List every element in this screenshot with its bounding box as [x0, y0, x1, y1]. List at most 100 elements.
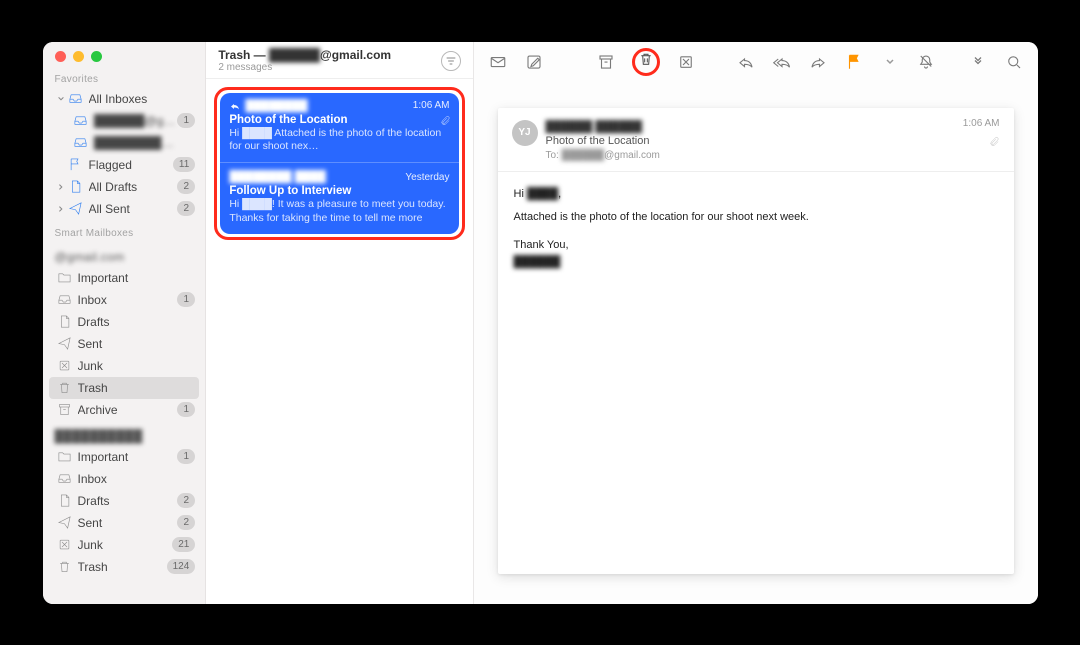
sidebar-item-trash[interactable]: Trash: [49, 377, 200, 399]
avatar: YJ: [512, 120, 538, 146]
reply-all-button[interactable]: [772, 52, 792, 72]
window-controls: [43, 42, 206, 66]
sidebar-item-drafts[interactable]: Drafts2: [43, 490, 206, 512]
sidebar-item-drafts[interactable]: Drafts: [43, 311, 206, 333]
document-icon: [68, 179, 83, 194]
attachment-icon: [440, 115, 451, 129]
send-icon: [57, 336, 72, 351]
sidebar-item-junk[interactable]: Junk: [43, 355, 206, 377]
smart-mailboxes-label: Smart Mailboxes: [43, 220, 206, 242]
junk-button[interactable]: [676, 52, 696, 72]
count-badge: 1: [177, 113, 195, 128]
email-subject: Photo of the Location: [546, 134, 660, 149]
sidebar-item-all-sent[interactable]: All Sent 2: [43, 198, 206, 220]
sidebar-item-sent[interactable]: Sent: [43, 333, 206, 355]
filter-button[interactable]: [441, 51, 461, 71]
email-timestamp: 1:06 AM: [963, 118, 1000, 129]
sidebar-item-sent[interactable]: Sent2: [43, 512, 206, 534]
trash-icon: [57, 380, 72, 395]
sidebar-item-important[interactable]: Important1: [43, 446, 206, 468]
sidebar-item-inbox[interactable]: Inbox: [43, 468, 206, 490]
chevron-right-icon: [57, 182, 66, 191]
junk-icon: [57, 537, 72, 552]
sidebar-item-trash[interactable]: Trash124: [43, 556, 206, 578]
inbox-icon: [73, 135, 88, 150]
folder-icon: [57, 449, 72, 464]
mark-unread-button[interactable]: [488, 52, 508, 72]
sidebar-item-label: Trash: [78, 381, 190, 395]
message-list-column: Trash — ██████@gmail.com 2 messages ████…: [206, 42, 473, 604]
selected-messages-highlight: ████████ 1:06 AM Photo of the Location H…: [214, 87, 464, 240]
favorites-label: Favorites: [43, 66, 206, 88]
email-to: To: ██████@gmail.com: [546, 149, 660, 163]
send-icon: [68, 201, 83, 216]
mute-button[interactable]: [916, 52, 936, 72]
count-badge: 2: [177, 201, 195, 216]
sidebar-item-label: ██████@g…: [94, 114, 178, 128]
count-badge: 2: [177, 515, 195, 530]
archive-icon: [57, 402, 72, 417]
flag-button[interactable]: [844, 52, 864, 72]
email-body: Hi ████, Attached is the photo of the lo…: [498, 172, 1014, 286]
junk-icon: [57, 358, 72, 373]
count-badge: 1: [177, 402, 195, 417]
count-badge: 2: [177, 179, 195, 194]
account-1-label[interactable]: @gmail.com: [43, 242, 206, 267]
sidebar-item-label: Important: [78, 450, 178, 464]
inbox-icon: [73, 113, 88, 128]
delete-button[interactable]: [638, 51, 654, 72]
sidebar-item-junk[interactable]: Junk21: [43, 534, 206, 556]
sidebar-item-label: Important: [78, 271, 196, 285]
sidebar-item-all-inboxes[interactable]: All Inboxes: [43, 88, 206, 110]
compose-button[interactable]: [524, 52, 544, 72]
count-badge: 1: [177, 292, 195, 307]
sidebar-item-flagged[interactable]: Flagged 11: [43, 154, 206, 176]
reply-button[interactable]: [736, 52, 756, 72]
trash-icon: [57, 559, 72, 574]
folder-icon: [57, 270, 72, 285]
count-badge: 21: [172, 537, 195, 552]
minimize-window-button[interactable]: [73, 51, 84, 62]
count-badge: 2: [177, 493, 195, 508]
email-header: YJ ██████ ██████ Photo of the Location T…: [498, 108, 1014, 172]
sidebar-item-inbox-child-2[interactable]: ████████…: [43, 132, 206, 154]
search-button[interactable]: [1004, 52, 1024, 72]
message-item[interactable]: ████████ 1:06 AM Photo of the Location H…: [220, 93, 458, 234]
sidebar-item-label: Drafts: [78, 315, 196, 329]
message-subject: Photo of the Location: [229, 114, 449, 126]
reading-pane: YJ ██████ ██████ Photo of the Location T…: [474, 42, 1038, 604]
mail-window: Favorites All Inboxes ██████@g… 1 ██████…: [43, 42, 1038, 604]
sidebar-item-label: Trash: [78, 560, 167, 574]
more-button[interactable]: [968, 52, 988, 72]
message-sender: ████████: [245, 100, 412, 112]
sidebar-item-label: Sent: [78, 516, 178, 530]
reply-indicator-icon: [229, 100, 241, 112]
delete-button-highlight: [632, 48, 660, 76]
sidebar-item-label: Archive: [78, 403, 178, 417]
sidebar-item-label: All Drafts: [89, 180, 178, 194]
sidebar: Favorites All Inboxes ██████@g… 1 ██████…: [43, 42, 207, 604]
sidebar-item-label: ████████…: [94, 136, 196, 150]
sidebar-item-label: Inbox: [78, 293, 178, 307]
message-sender: ████████ ████: [229, 171, 405, 183]
sidebar-item-label: Flagged: [89, 158, 173, 172]
email-paper: YJ ██████ ██████ Photo of the Location T…: [498, 108, 1014, 574]
flag-icon: [68, 157, 83, 172]
sidebar-item-all-drafts[interactable]: All Drafts 2: [43, 176, 206, 198]
count-badge: 124: [167, 559, 196, 574]
sidebar-item-important[interactable]: Important: [43, 267, 206, 289]
sidebar-item-inbox-child-1[interactable]: ██████@g… 1: [43, 110, 206, 132]
count-badge: 1: [177, 449, 195, 464]
archive-button[interactable]: [596, 52, 616, 72]
account-2-label[interactable]: ██████████: [43, 421, 206, 446]
sidebar-item-archive[interactable]: Archive1: [43, 399, 206, 421]
message-preview: Hi ████! It was a pleasure to meet you t…: [229, 198, 449, 226]
forward-button[interactable]: [808, 52, 828, 72]
mailbox-title: Trash — ██████@gmail.com: [218, 49, 391, 63]
zoom-window-button[interactable]: [91, 51, 102, 62]
close-window-button[interactable]: [55, 51, 66, 62]
message-time: 1:06 AM: [413, 100, 450, 111]
flag-menu-chevron[interactable]: [880, 52, 900, 72]
sidebar-item-label: All Sent: [89, 202, 178, 216]
sidebar-item-inbox[interactable]: Inbox1: [43, 289, 206, 311]
